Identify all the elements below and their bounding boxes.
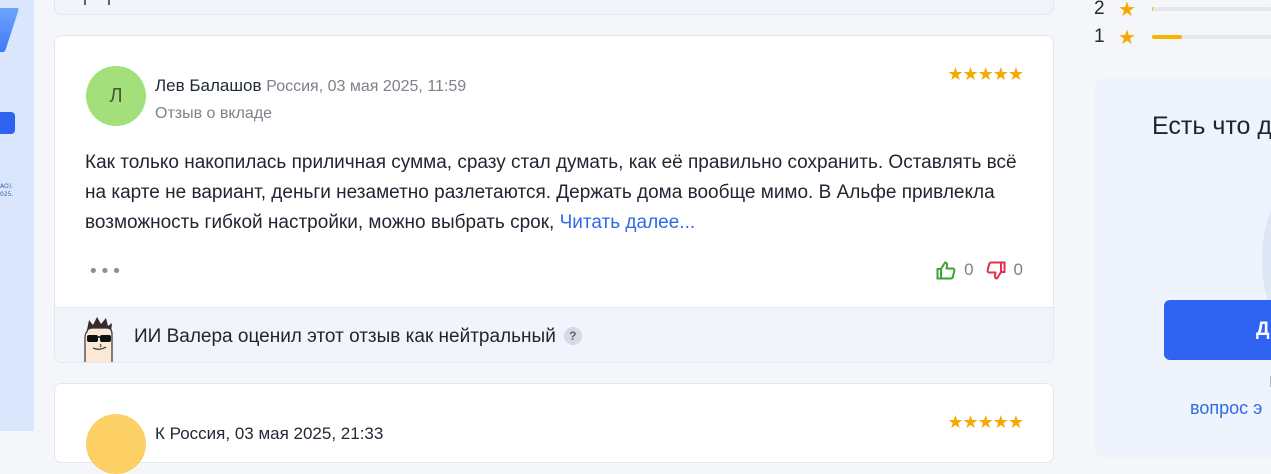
left-banner: AO). 025. xyxy=(0,0,34,431)
author-meta: Россия, 03 мая 2025, 11:59 xyxy=(266,78,467,95)
mascot-icon xyxy=(84,0,110,5)
rating-bar-fill xyxy=(1152,35,1182,39)
banner-logo xyxy=(0,8,20,52)
banner-text-1: AO). xyxy=(0,183,13,190)
help-icon[interactable]: ? xyxy=(563,327,582,345)
rating-bar-fill xyxy=(1152,7,1154,11)
author-name[interactable]: Лев Балашов xyxy=(155,76,261,95)
rating-label: 2 xyxy=(1094,0,1105,19)
thumbs-down-icon xyxy=(986,261,1006,279)
like-button[interactable]: 0 xyxy=(936,260,974,280)
review-body: Как только накопилась приличная сумма, с… xyxy=(85,152,1017,233)
next-review-card: К Россия, 03 мая 2025, 21:33 ★★★★★ xyxy=(54,383,1054,474)
ai-verdict-label: ИИ Валера оценил этот отзыв как нейтраль… xyxy=(134,326,556,347)
dislike-button[interactable]: 0 xyxy=(986,260,1023,280)
ask-title: Есть что д xyxy=(1152,112,1271,140)
more-options-button[interactable]: ••• xyxy=(88,261,123,282)
review-type: Отзыв о вкладе xyxy=(155,105,273,122)
ai-verdict-text: ИИ Валера оценил этот отзыв как нейтраль… xyxy=(134,326,582,348)
ai-mascot-icon xyxy=(84,317,113,362)
rating-row-1: 1 ★ xyxy=(1094,25,1271,49)
ask-link[interactable]: вопрос э xyxy=(1190,398,1262,419)
votes: 0 0 xyxy=(936,260,1023,280)
next-author-line: К Россия, 03 мая 2025, 21:33 xyxy=(155,424,384,443)
rating-row-2: 2 ★ xyxy=(1094,0,1271,21)
rating-label: 1 xyxy=(1094,26,1105,47)
ai-verdict-bar: ИИ Валера оценил этот отзыв как нейтраль… xyxy=(55,307,1053,362)
ask-button[interactable]: Д xyxy=(1164,300,1271,360)
read-more-link[interactable]: Читать далее... xyxy=(560,212,696,233)
banner-button[interactable] xyxy=(0,112,15,134)
author-line: Лев Балашов Россия, 03 мая 2025, 11:59 xyxy=(155,76,466,96)
ask-question-card: Есть что д Д I вопрос э xyxy=(1094,78,1271,458)
next-avatar xyxy=(86,414,146,474)
avatar: Л xyxy=(86,66,146,126)
rating-stars: ★★★★★ xyxy=(947,64,1024,85)
thumbs-up-icon xyxy=(936,261,956,279)
rating-bar xyxy=(1152,35,1271,39)
dislikes-count: 0 xyxy=(1013,260,1023,279)
review-card: Л Лев Балашов Россия, 03 мая 2025, 11:59… xyxy=(54,35,1054,363)
likes-count: 0 xyxy=(964,260,974,279)
next-rating-stars: ★★★★★ xyxy=(947,412,1024,433)
star-icon: ★ xyxy=(1118,25,1136,49)
star-icon: ★ xyxy=(1118,0,1136,21)
right-column: 2 ★ 1 ★ Есть что д Д I вопрос э xyxy=(1074,0,1271,458)
rating-bar xyxy=(1152,7,1271,11)
review-text: Как только накопилась приличная сумма, с… xyxy=(85,148,1030,238)
reviews-column: Л Лев Балашов Россия, 03 мая 2025, 11:59… xyxy=(34,0,1074,474)
banner-text-2: 025. xyxy=(0,191,14,198)
previous-review-card xyxy=(54,0,1054,15)
